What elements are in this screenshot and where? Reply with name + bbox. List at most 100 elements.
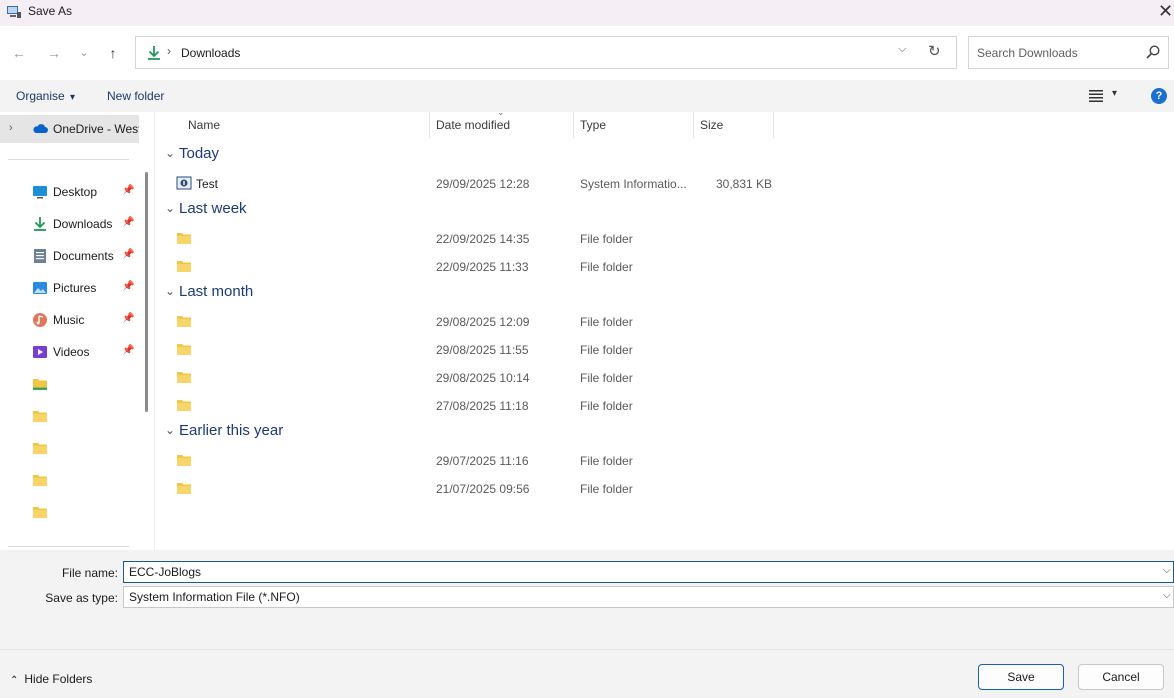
column-header-name[interactable]: Name	[188, 118, 220, 132]
group-header-today[interactable]: ⌄ Today	[155, 145, 555, 167]
view-dropdown-icon[interactable]: ▾	[1112, 88, 1117, 99]
save-options-panel: File name: ECC-JoBlogs ⌵ Save as type: S…	[0, 550, 1174, 698]
organise-button[interactable]: Organise ▾	[16, 89, 75, 103]
help-icon[interactable]: ?	[1151, 88, 1167, 104]
column-header-size[interactable]: Size	[700, 118, 723, 132]
folder-icon	[177, 483, 191, 494]
file-date: 22/09/2025 14:35	[436, 232, 530, 246]
pin-icon[interactable]: 📌	[122, 185, 134, 196]
file-type: File folder	[580, 482, 633, 496]
pin-icon[interactable]: 📌	[122, 281, 134, 292]
save-type-select[interactable]: System Information File (*.NFO) ⌵	[123, 586, 1174, 608]
sidebar-item-label: OneDrive - West	[53, 122, 139, 136]
sidebar-scrollbar[interactable]	[145, 172, 148, 412]
folder-icon	[33, 379, 47, 390]
sidebar-folder[interactable]	[0, 402, 140, 430]
sort-indicator-icon: ⌄	[497, 107, 505, 117]
sidebar-folder[interactable]	[0, 434, 140, 462]
download-icon	[34, 217, 46, 231]
new-folder-button[interactable]: New folder	[107, 89, 164, 103]
folder-row[interactable]: 22/09/2025 11:33 File folder	[155, 255, 1174, 279]
navigation-bar: ← → ⌄ ↑ › Downloads ⌵ ↻ Search Downloads	[0, 26, 1174, 80]
chevron-up-icon: ⌃	[10, 675, 19, 686]
address-bar[interactable]: › Downloads ⌵ ↻	[135, 36, 957, 69]
file-type: File folder	[580, 232, 633, 246]
search-input[interactable]: Search Downloads	[968, 36, 1169, 69]
group-header-last-week[interactable]: ⌄ Last week	[155, 200, 555, 222]
sidebar-item-onedrive[interactable]: › OneDrive - West	[0, 115, 139, 143]
collapse-chevron-icon[interactable]: ⌄	[165, 201, 175, 215]
sidebar-item-label: Downloads	[53, 217, 113, 231]
column-header-date[interactable]: Date modified	[436, 118, 510, 132]
collapse-chevron-icon[interactable]: ⌄	[165, 423, 175, 437]
sidebar-item-videos[interactable]: Videos 📌	[0, 338, 140, 366]
pin-icon[interactable]: 📌	[122, 249, 134, 260]
folder-icon	[177, 316, 191, 327]
search-icon	[1146, 45, 1160, 59]
expand-chevron-icon[interactable]: ›	[9, 122, 13, 134]
column-separator[interactable]	[573, 112, 574, 138]
folder-row[interactable]: 21/07/2025 09:56 File folder	[155, 477, 1174, 501]
breadcrumb-downloads[interactable]: Downloads	[181, 46, 240, 60]
download-icon	[148, 46, 160, 60]
hide-folders-button[interactable]: ⌃ Hide Folders	[10, 672, 92, 686]
sidebar-item-label: Videos	[53, 345, 90, 359]
folder-row[interactable]: 29/08/2025 11:55 File folder	[155, 338, 1174, 362]
folder-icon	[177, 400, 191, 411]
sidebar-folder[interactable]	[0, 498, 140, 526]
file-name-field[interactable]: ECC-JoBlogs ⌵	[123, 561, 1174, 583]
pin-icon[interactable]: 📌	[122, 313, 134, 324]
group-header-last-month[interactable]: ⌄ Last month	[155, 283, 555, 305]
sidebar-item-pictures[interactable]: Pictures 📌	[0, 274, 140, 302]
group-label: Earlier this year	[179, 422, 284, 439]
group-header-earlier-this-year[interactable]: ⌄ Earlier this year	[155, 422, 555, 444]
folder-icon	[177, 344, 191, 355]
file-size: 30,831 KB	[716, 177, 773, 191]
file-row[interactable]: Test 29/09/2025 12:28 System Informatio.…	[155, 172, 1174, 196]
column-separator[interactable]	[773, 112, 774, 138]
sidebar-folder[interactable]	[0, 370, 140, 398]
sidebar-item-music[interactable]: Music 📌	[0, 306, 140, 334]
file-type: File folder	[580, 343, 633, 357]
sidebar-item-desktop[interactable]: Desktop 📌	[0, 178, 140, 206]
collapse-chevron-icon[interactable]: ⌄	[165, 284, 175, 298]
folder-row[interactable]: 22/09/2025 14:35 File folder	[155, 227, 1174, 251]
file-type: File folder	[580, 315, 633, 329]
column-header-type[interactable]: Type	[580, 118, 606, 132]
folder-row[interactable]: 29/07/2025 11:16 File folder	[155, 449, 1174, 473]
file-name-value: ECC-JoBlogs	[129, 565, 202, 579]
address-dropdown-icon[interactable]: ⌵	[898, 43, 906, 56]
save-button[interactable]: Save	[978, 664, 1064, 690]
collapse-chevron-icon[interactable]: ⌄	[165, 146, 175, 160]
panel-divider	[0, 649, 1174, 650]
forward-arrow-icon[interactable]: →	[43, 43, 65, 63]
file-name-label: File name:	[61, 566, 118, 580]
refresh-icon[interactable]: ↻	[928, 42, 941, 60]
view-options-icon[interactable]	[1088, 89, 1104, 103]
sidebar-item-downloads[interactable]: Downloads 📌	[0, 210, 140, 238]
folder-row[interactable]: 27/08/2025 11:18 File folder	[155, 394, 1174, 418]
cancel-button[interactable]: Cancel	[1078, 664, 1164, 690]
sidebar-item-documents[interactable]: Documents 📌	[0, 242, 140, 270]
organise-caret-icon: ▾	[70, 92, 76, 103]
chevron-down-icon[interactable]: ⌵	[1163, 590, 1171, 601]
onedrive-cloud-icon	[33, 124, 48, 133]
recent-locations-chevron-icon[interactable]: ⌄	[73, 43, 95, 63]
pin-icon[interactable]: 📌	[122, 345, 134, 356]
sidebar-folder[interactable]	[0, 466, 140, 494]
close-icon[interactable]: ✕	[1158, 0, 1174, 22]
column-separator[interactable]	[429, 112, 430, 138]
save-type-label: Save as type:	[45, 591, 118, 605]
up-arrow-icon[interactable]: ↑	[102, 43, 124, 63]
chevron-down-icon[interactable]: ⌵	[1163, 565, 1171, 576]
nfo-file-icon	[176, 176, 192, 190]
column-separator[interactable]	[693, 112, 694, 138]
pin-icon[interactable]: 📌	[122, 217, 134, 228]
back-arrow-icon[interactable]: ←	[8, 43, 30, 63]
search-placeholder: Search Downloads	[977, 46, 1078, 60]
folder-row[interactable]: 29/08/2025 12:09 File folder	[155, 310, 1174, 334]
sidebar-item-label: Pictures	[53, 281, 97, 295]
folder-row[interactable]: 29/08/2025 10:14 File folder	[155, 366, 1174, 390]
file-type: File folder	[580, 454, 633, 468]
file-date: 29/07/2025 11:16	[436, 454, 529, 468]
